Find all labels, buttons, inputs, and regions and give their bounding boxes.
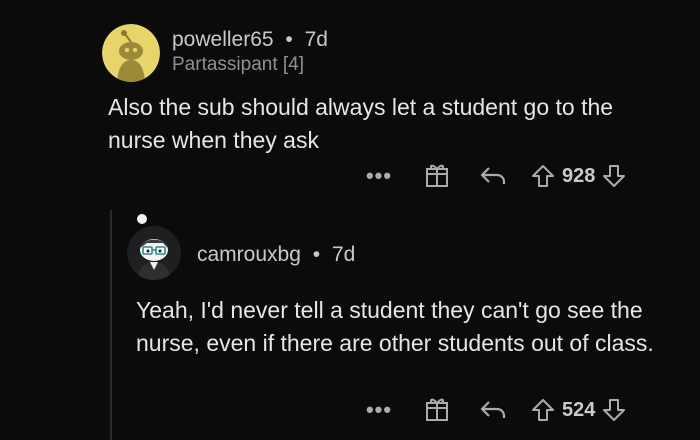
comment-body: Yeah, I'd never tell a student they can'… xyxy=(136,297,654,356)
more-options-icon[interactable]: ••• xyxy=(360,163,398,189)
vote-count: 524 xyxy=(562,398,596,421)
downvote-arrow-icon[interactable] xyxy=(601,397,627,423)
more-options-icon[interactable]: ••• xyxy=(360,397,398,423)
vote-count: 928 xyxy=(562,164,596,187)
upvote-arrow-icon[interactable] xyxy=(530,163,556,189)
comment-age: 7d xyxy=(304,28,328,51)
avatar-accessory-icon xyxy=(137,214,147,224)
comment-poweller65: poweller65 • 7d Partassipant [4] Also th… xyxy=(0,0,700,206)
username[interactable]: poweller65 xyxy=(172,28,274,51)
award-icon[interactable] xyxy=(420,396,454,424)
avatar-poweller65[interactable] xyxy=(102,24,160,82)
upvote-arrow-icon[interactable] xyxy=(530,397,556,423)
reply-icon[interactable] xyxy=(476,398,510,422)
username[interactable]: camrouxbg xyxy=(197,243,301,266)
downvote-arrow-icon[interactable] xyxy=(601,163,627,189)
comment-age: 7d xyxy=(331,243,356,266)
meta-separator: • xyxy=(285,28,293,51)
avatar-camrouxbg[interactable] xyxy=(127,226,181,280)
award-icon[interactable] xyxy=(420,162,454,190)
user-flair: Partassipant [4] xyxy=(172,54,305,75)
comment-body: Also the sub should always let a student… xyxy=(108,94,614,153)
reply-icon[interactable] xyxy=(476,164,510,188)
meta-separator: • xyxy=(312,243,321,266)
